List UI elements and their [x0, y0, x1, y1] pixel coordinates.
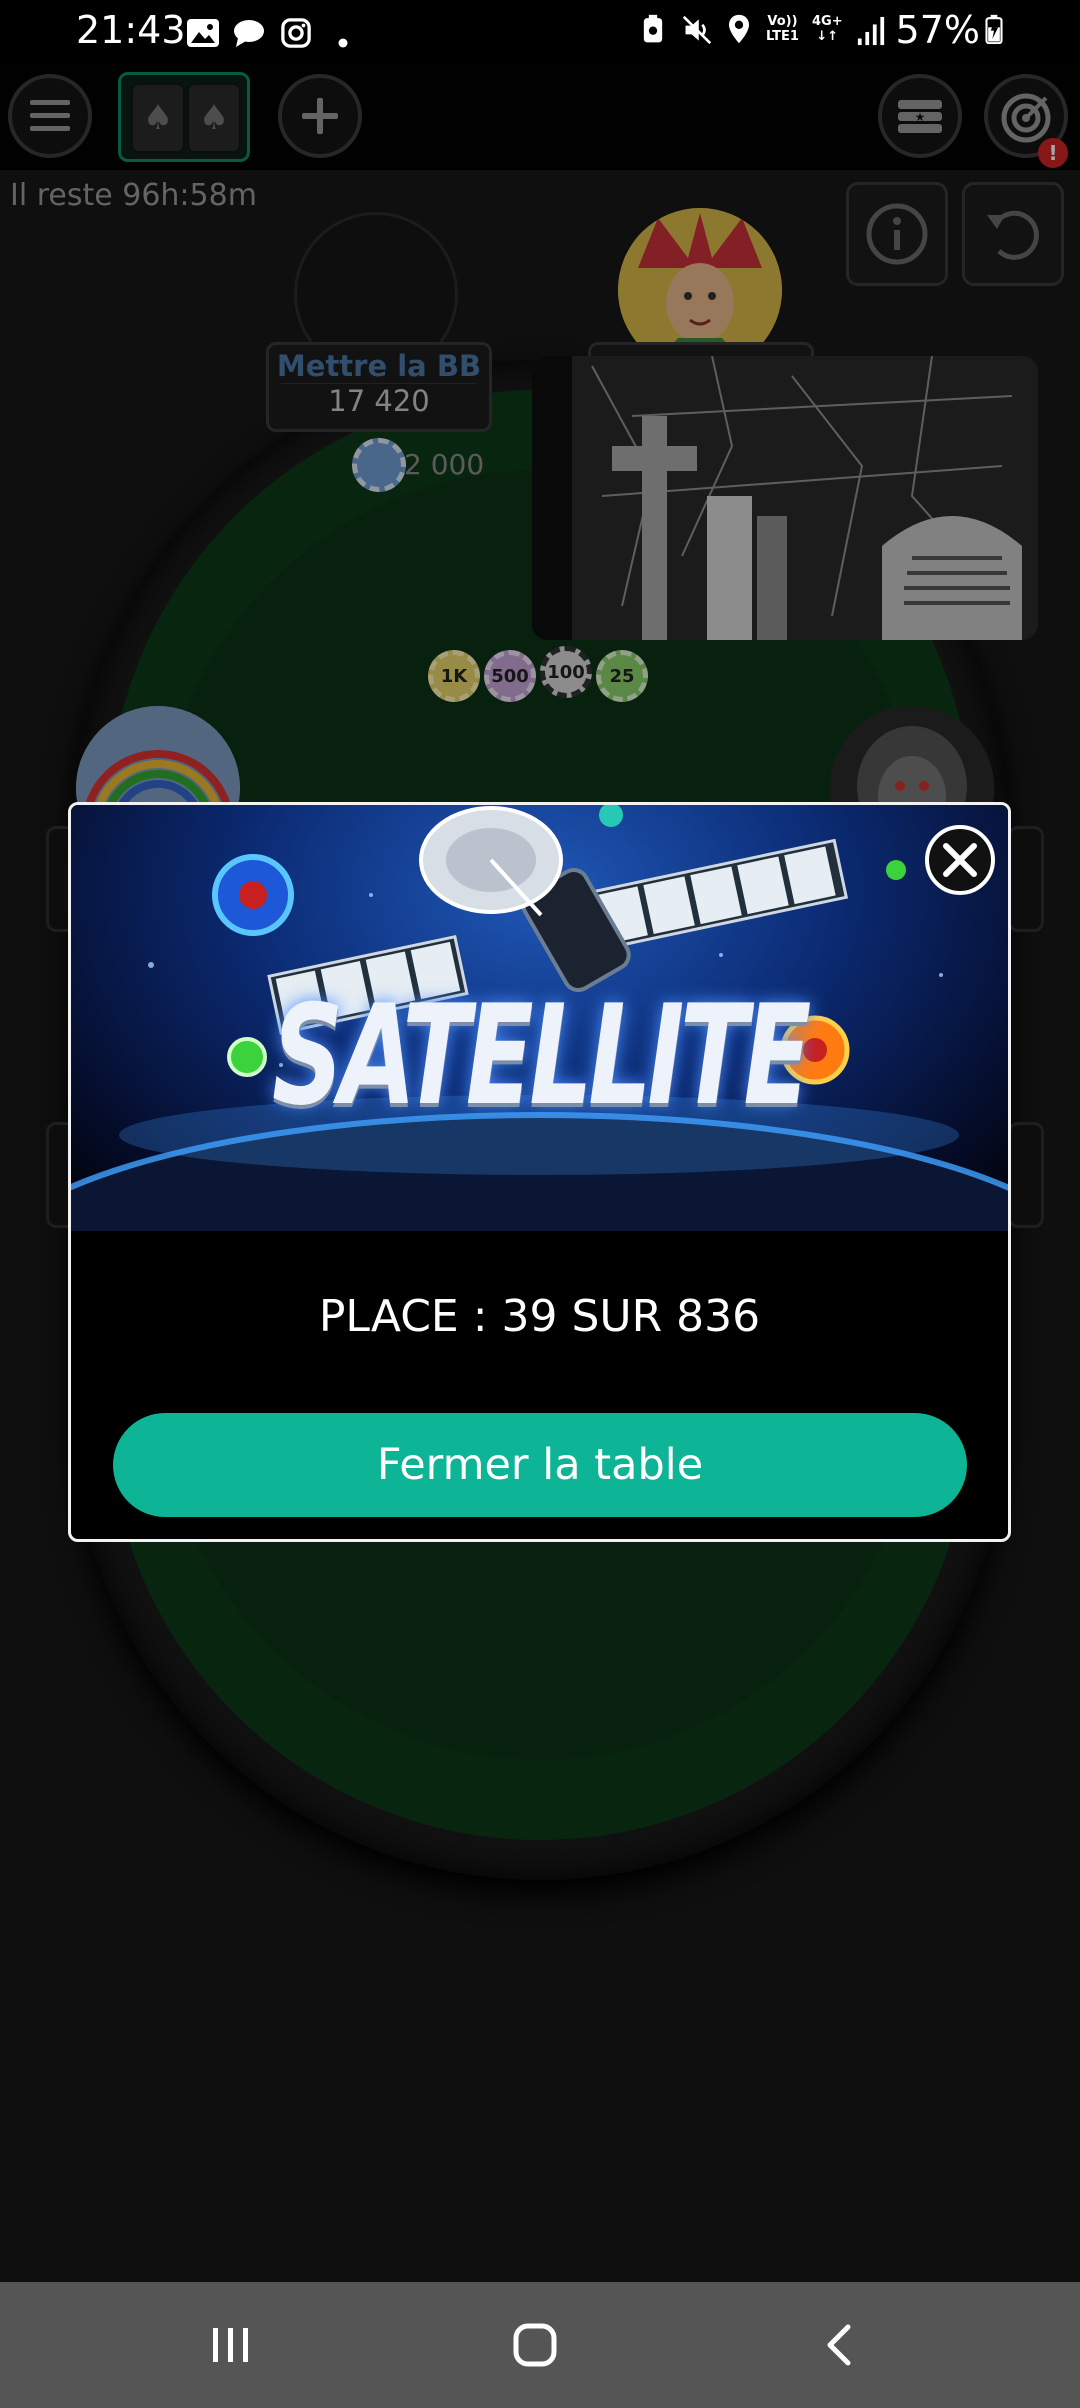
close-icon: [943, 843, 977, 877]
location-icon: [729, 14, 749, 44]
system-nav-bar: [0, 2282, 1080, 2408]
data-indicator: 4G+ ↓↑: [812, 14, 843, 44]
data-type-label: 4G+: [812, 14, 843, 29]
close-modal-button[interactable]: [925, 825, 995, 895]
battery-icon: [985, 14, 1003, 44]
tournament-result-modal: SATELLITE PLACE : 39 SUR 836 Fermer la t…: [68, 802, 1011, 1542]
home-icon[interactable]: [512, 2322, 558, 2368]
status-time: 21:43: [76, 8, 186, 52]
battery-saver-icon: [643, 14, 663, 43]
signal-icon: [857, 16, 885, 46]
back-icon[interactable]: [818, 2322, 864, 2368]
volte-indicator: Vo)) LTE1: [766, 14, 799, 44]
instagram-icon: [281, 18, 311, 48]
volte-label: Vo)): [767, 14, 798, 29]
mute-icon: [682, 15, 712, 45]
battery-text: 57%: [895, 8, 980, 52]
dot-icon: [338, 38, 348, 48]
battery-level: 57%: [896, 8, 980, 52]
close-table-button[interactable]: Fermer la table: [113, 1413, 967, 1517]
gallery-icon: [187, 19, 219, 47]
lte-label: LTE1: [766, 29, 799, 44]
data-arrows-icon: ↓↑: [816, 29, 839, 44]
final-place-text: PLACE : 39 SUR 836: [318, 1291, 761, 1342]
banner-title: SATELLITE: [272, 975, 811, 1136]
recent-apps-icon[interactable]: [208, 2322, 254, 2368]
status-bar: 21:43 Vo)) LTE1 4G+ ↓↑ 57%: [0, 0, 1080, 66]
chat-icon: [234, 20, 264, 47]
satellite-banner: SATELLITE: [71, 805, 1008, 1231]
